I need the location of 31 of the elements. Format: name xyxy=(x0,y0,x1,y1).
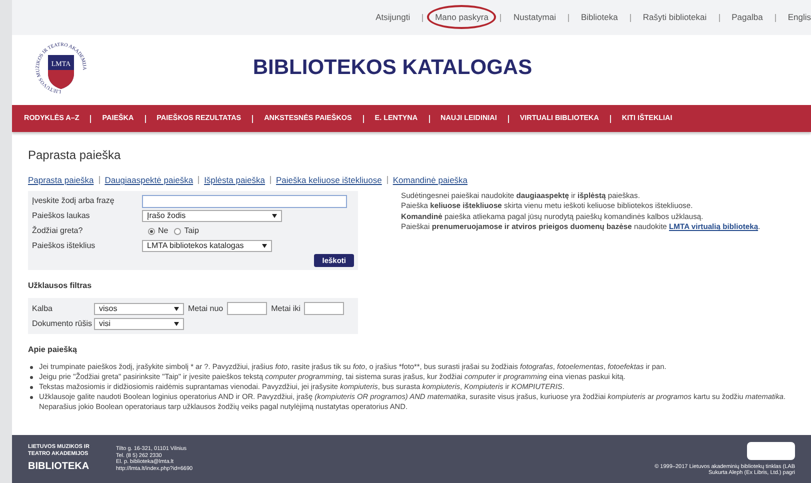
field-label: Kalba xyxy=(32,302,54,314)
field-label: Įveskite žodį arba frazę xyxy=(32,195,116,208)
filter-heading: Užklausos filtras xyxy=(28,280,93,292)
field-label: Paieškos laukas xyxy=(32,210,91,222)
top-link[interactable]: Mano paskyra xyxy=(427,5,496,30)
radio-label: Ne xyxy=(158,225,168,238)
page-title: BIBLIOTEKOS KATALOGAS xyxy=(252,54,534,81)
about-heading: Apie paiešką xyxy=(28,344,78,356)
footer-library-title: BIBLIOTEKA xyxy=(28,460,90,474)
search-type-link[interactable]: Išplėsta paieška xyxy=(204,174,266,187)
top-link[interactable]: Atsijungti xyxy=(368,5,418,30)
field-label: Dokumento rūšis xyxy=(32,318,94,330)
select-field[interactable]: Įrašo žodis xyxy=(142,210,282,222)
search-type-link[interactable]: Paieška keliuose ištekliuose xyxy=(276,174,382,187)
field-label: Metai nuo xyxy=(188,302,224,314)
select-field[interactable]: LMTA bibliotekos katalogas xyxy=(142,240,272,252)
section-title: Paprasta paieška xyxy=(28,147,122,164)
radio-label: Taip xyxy=(184,225,199,238)
field-label: Paieškos išteklius xyxy=(32,240,96,252)
field-label: Žodžiai greta? xyxy=(32,225,84,238)
top-link[interactable]: Rašyti bibliotekai xyxy=(634,5,715,30)
top-link[interactable]: Pagalba xyxy=(724,5,771,30)
top-link[interactable]: Nustatymai xyxy=(505,5,564,30)
search-type-link[interactable]: Komandinė paieška xyxy=(392,174,468,187)
field-label: Metai iki xyxy=(271,302,300,314)
search-type-link[interactable]: Paprasta paieška xyxy=(28,174,94,187)
select-field[interactable]: visi xyxy=(94,318,184,330)
top-link[interactable]: Biblioteka xyxy=(573,5,626,30)
search-type-link[interactable]: Daugiaaspektė paieška xyxy=(104,174,194,187)
select-field[interactable]: visos xyxy=(94,302,184,314)
top-link[interactable]: Englis xyxy=(780,5,811,30)
